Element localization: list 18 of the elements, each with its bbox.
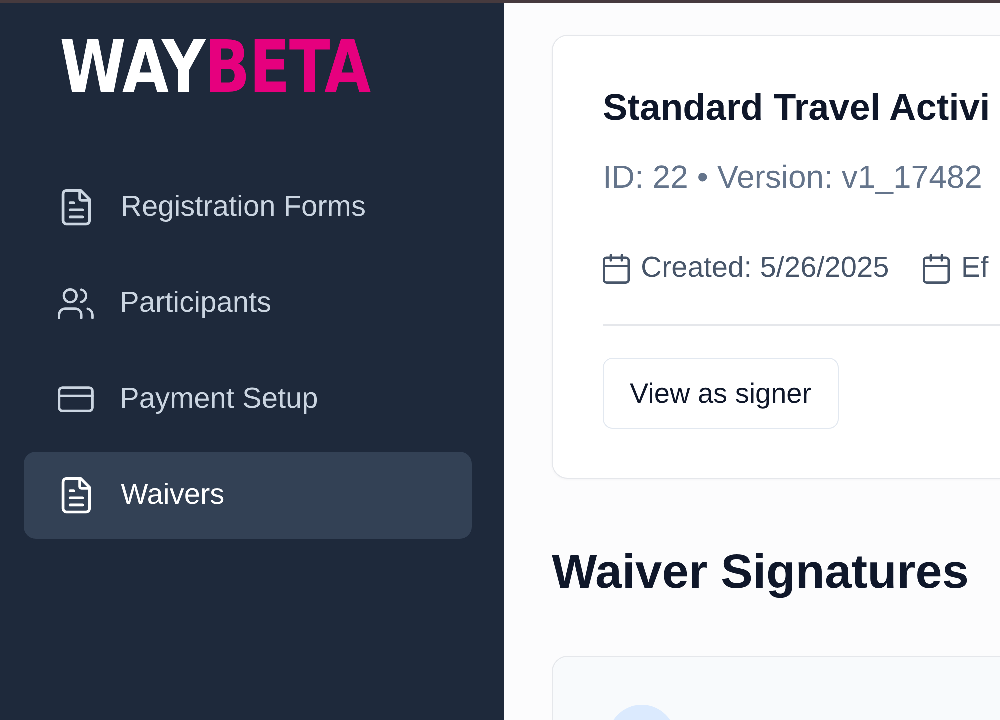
credit-card-icon (58, 386, 94, 413)
users-icon (58, 288, 94, 320)
section-heading: Waiver Signatures (552, 545, 970, 601)
calendar-icon (923, 254, 950, 284)
logo-text: WAY (60, 32, 205, 104)
document-icon (61, 189, 92, 226)
calendar-icon (603, 254, 630, 284)
view-as-signer-button[interactable]: View as signer (603, 358, 839, 429)
waiver-title: Standard Travel Activi (603, 86, 992, 130)
document-icon (61, 477, 92, 514)
sidebar-item[interactable]: Registration Forms (24, 164, 472, 251)
logo-text: BETA (204, 32, 370, 104)
sidebar-item[interactable]: Waivers (24, 452, 472, 539)
date-text: Ef (961, 251, 989, 286)
date-text: Created: 5/26/2025 (641, 251, 890, 286)
sidebar-item[interactable]: Payment Setup (24, 356, 472, 443)
sidebar-item[interactable]: Participants (24, 260, 472, 347)
waiver-meta: ID: 22 • Version: v1_17482 (603, 158, 984, 196)
